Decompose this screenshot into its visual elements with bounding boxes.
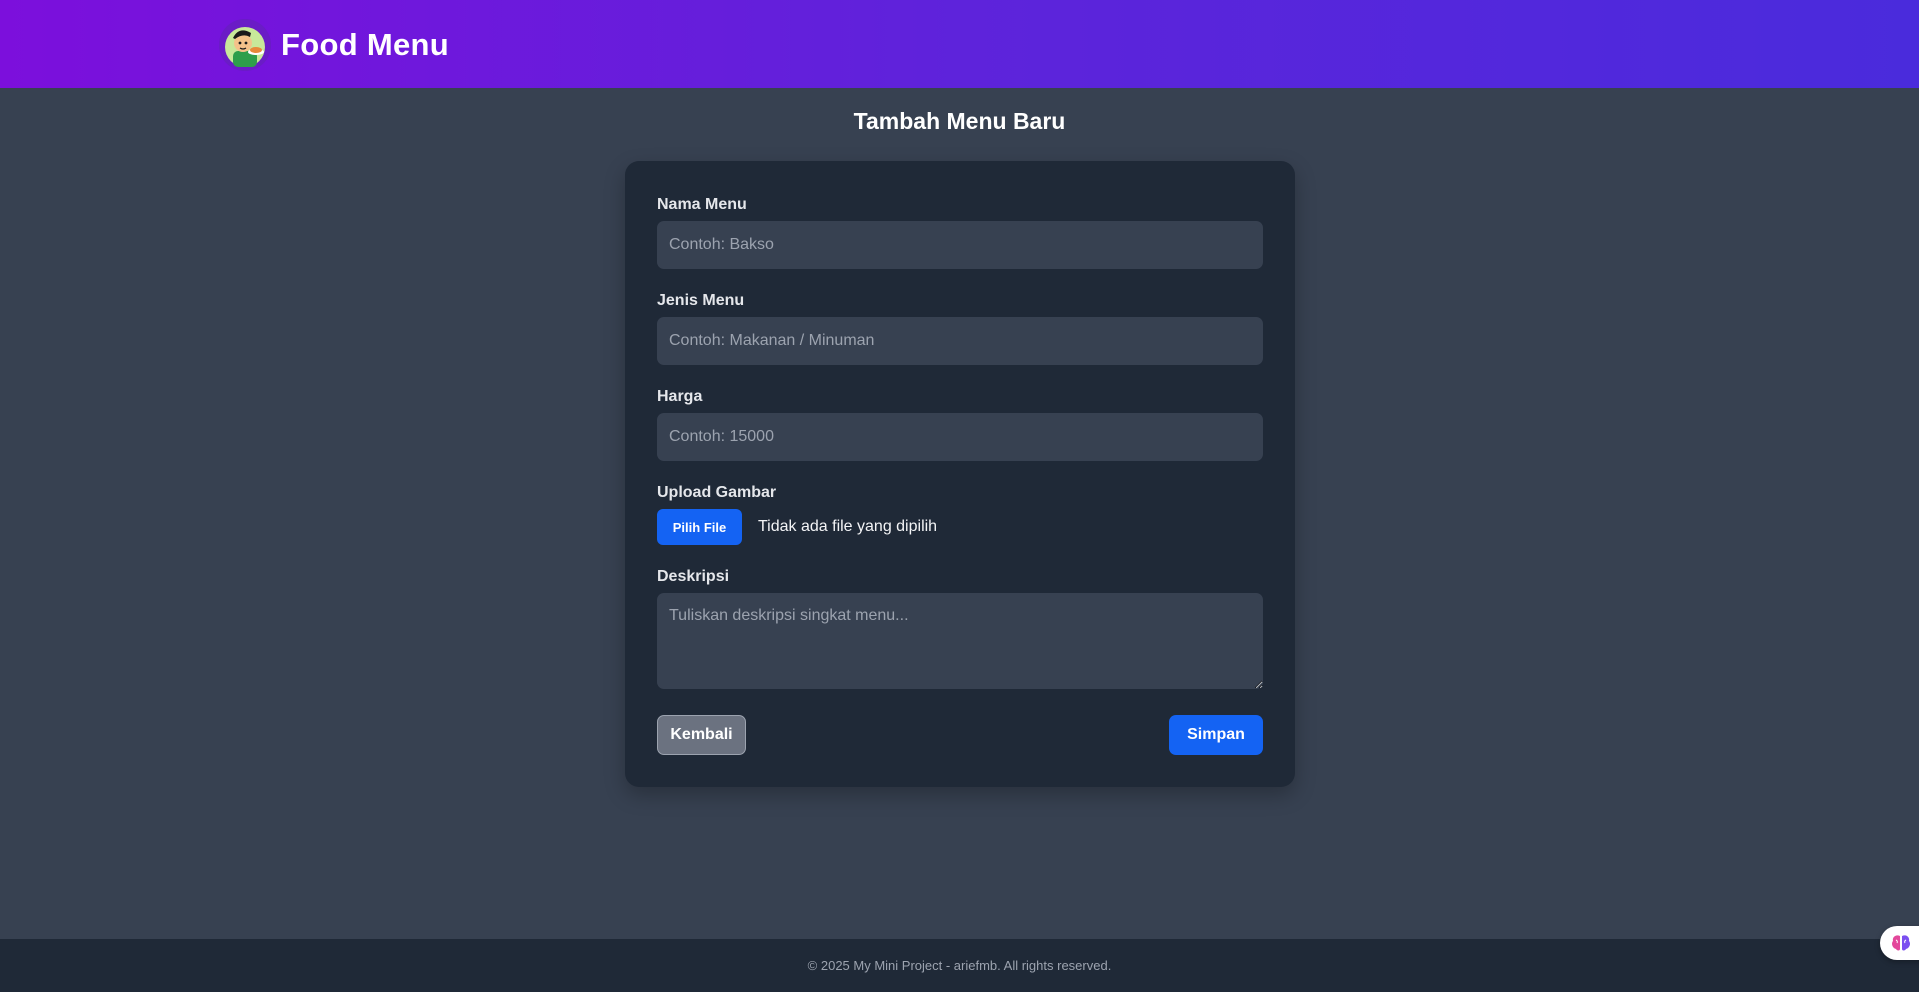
back-button[interactable]: Kembali	[657, 715, 746, 755]
chef-mascot-icon	[219, 19, 271, 71]
menu-type-input[interactable]	[657, 317, 1263, 365]
brain-icon	[1892, 935, 1910, 951]
menu-name-label: Nama Menu	[657, 196, 747, 213]
brand[interactable]: Food Menu	[219, 19, 449, 71]
brand-title: Food Menu	[281, 27, 449, 62]
assistant-float-button[interactable]	[1880, 926, 1919, 960]
footer-copyright: © 2025 My Mini Project - ariefmb. All ri…	[807, 958, 1112, 973]
price-label: Harga	[657, 388, 703, 405]
upload-image-label: Upload Gambar	[657, 484, 777, 501]
price-input[interactable]	[657, 413, 1263, 461]
page-title: Tambah Menu Baru	[853, 108, 1066, 134]
footer: © 2025 My Mini Project - ariefmb. All ri…	[0, 939, 1919, 992]
save-button[interactable]: Simpan	[1169, 715, 1263, 755]
navbar: Food Menu	[0, 0, 1919, 88]
description-textarea[interactable]	[657, 593, 1263, 689]
menu-type-label: Jenis Menu	[657, 292, 745, 309]
choose-file-button[interactable]: Pilih File	[657, 509, 742, 545]
file-status: Tidak ada file yang dipilih	[758, 518, 938, 535]
description-label: Deskripsi	[657, 568, 730, 585]
add-menu-form: Nama Menu Jenis Menu Harga Upload Gambar…	[625, 161, 1295, 787]
menu-name-input[interactable]	[657, 221, 1263, 269]
